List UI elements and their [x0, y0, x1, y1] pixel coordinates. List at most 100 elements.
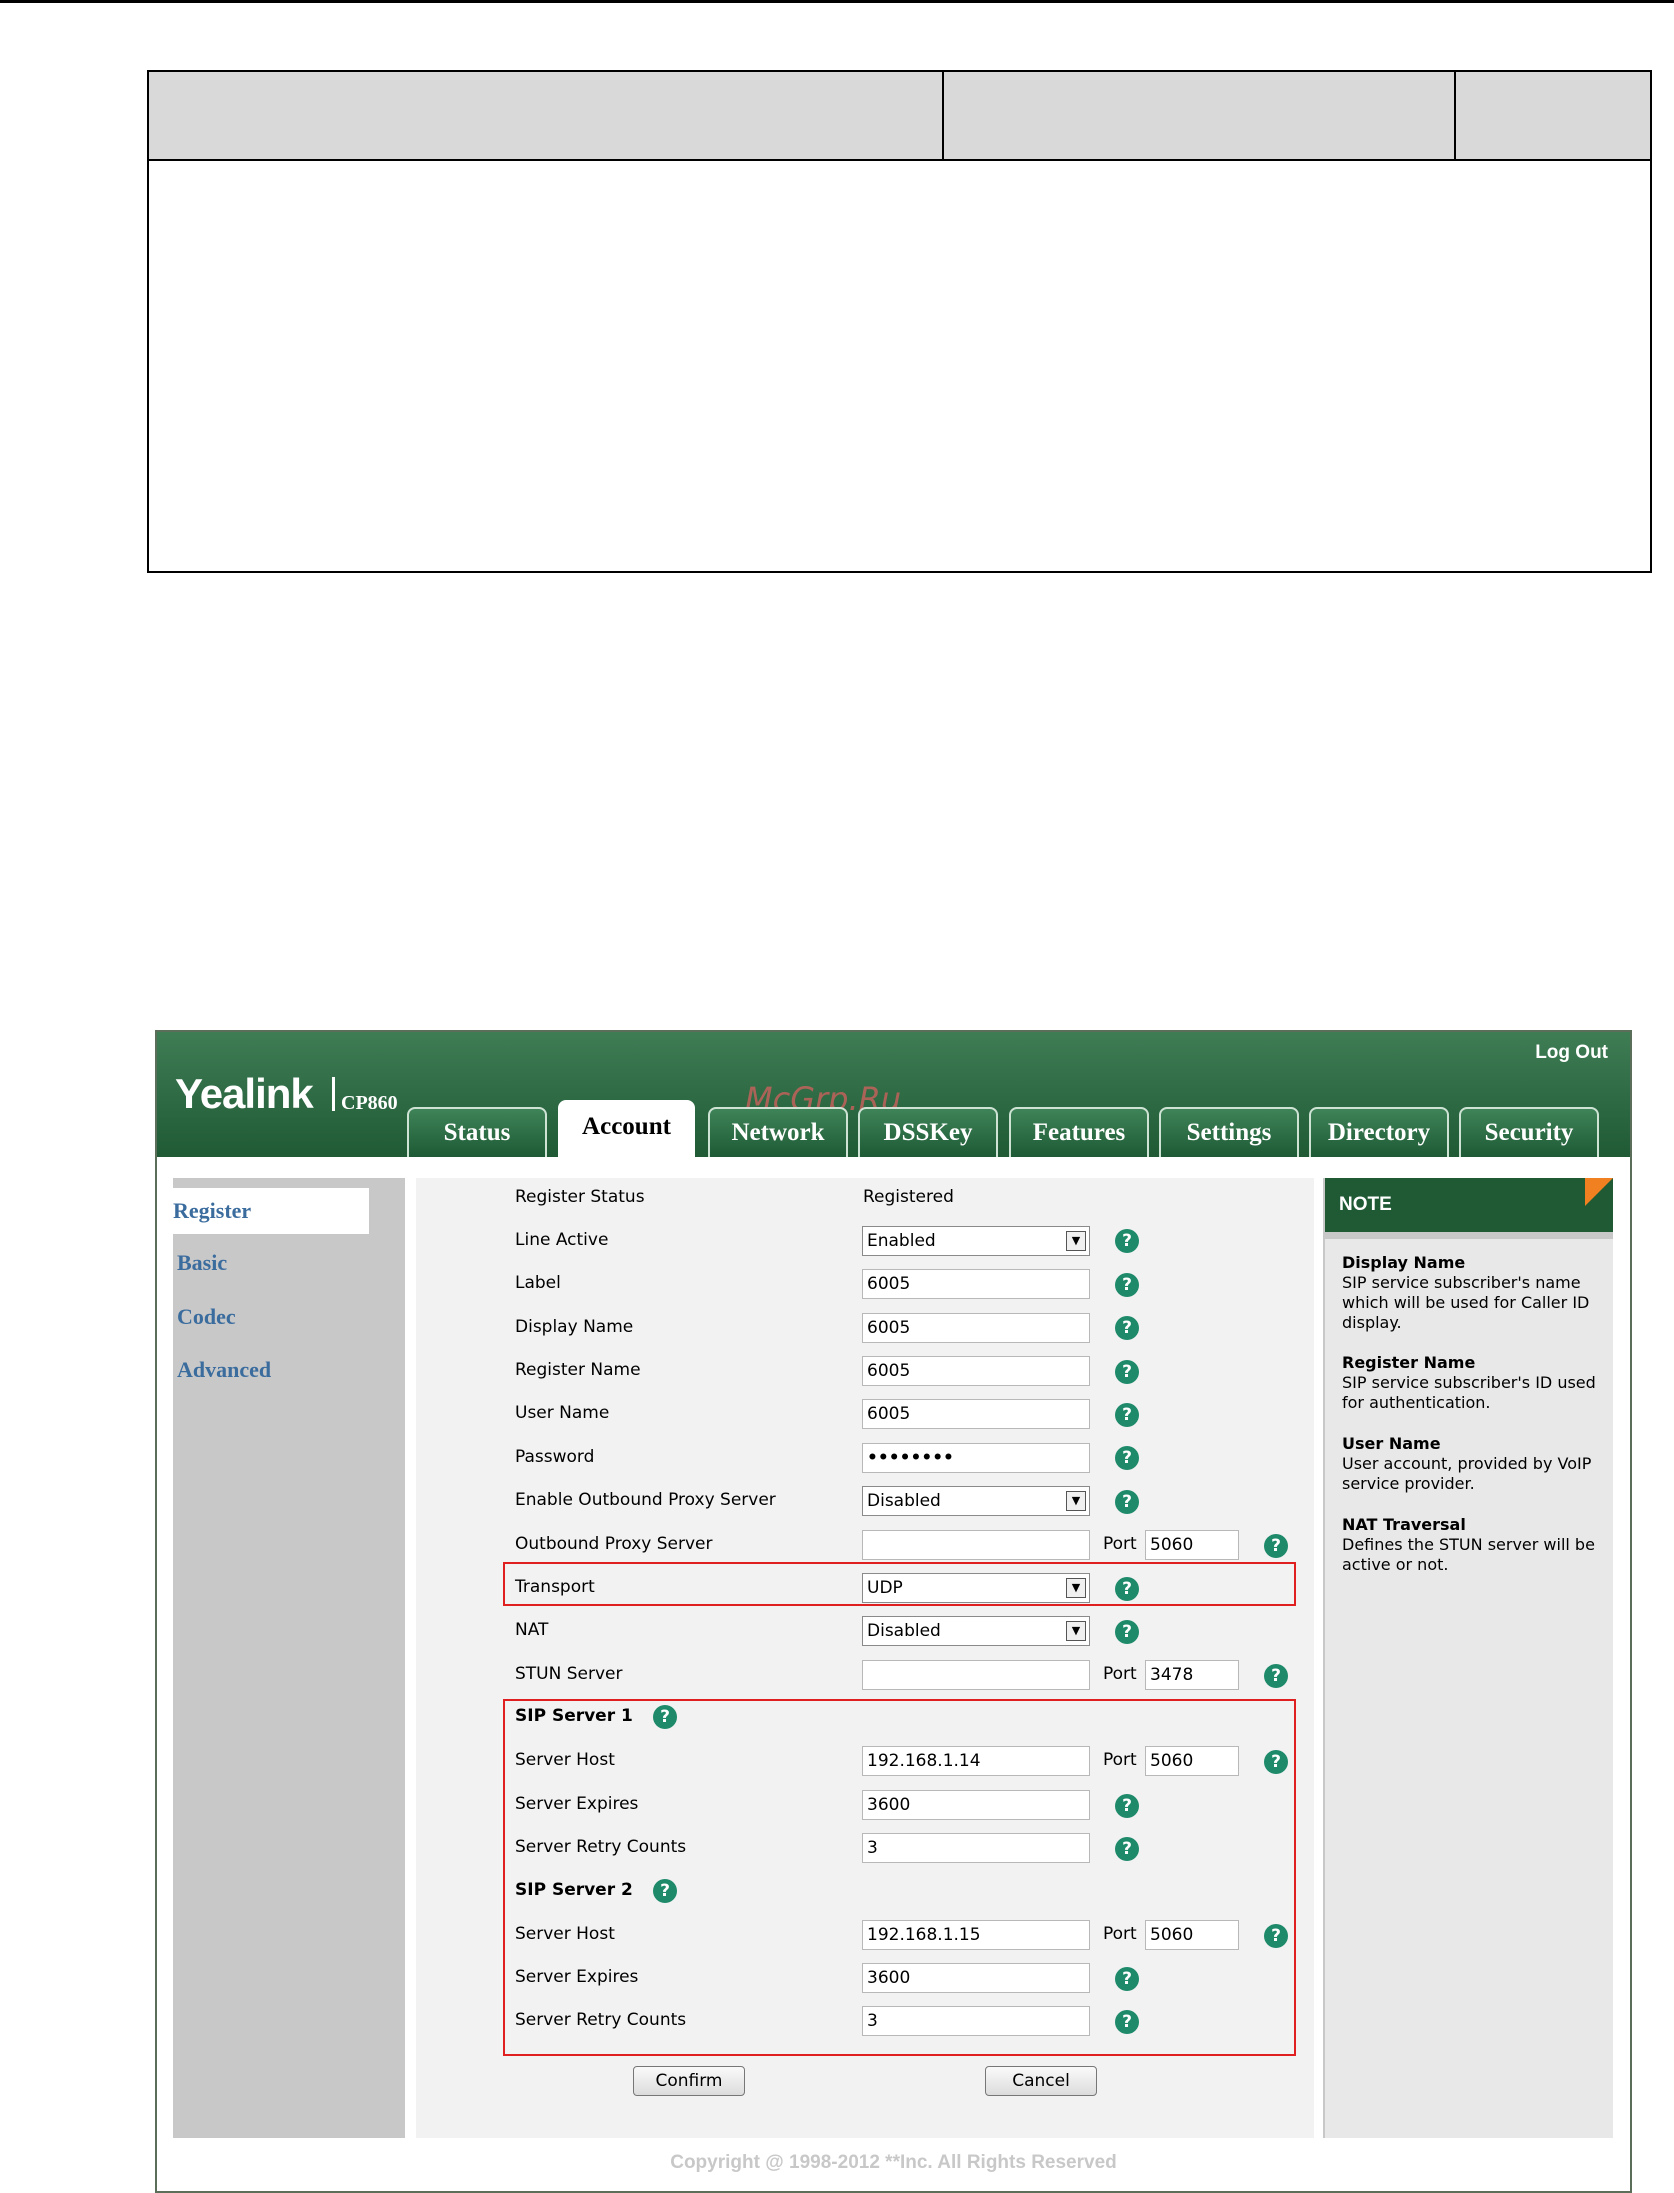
sip2-server-host-label: Server Host: [515, 1924, 615, 1944]
line-active-label: Line Active: [515, 1230, 609, 1250]
note-title-nat-traversal: NAT Traversal: [1342, 1515, 1466, 1534]
sidebar-item-advanced[interactable]: Advanced: [177, 1357, 271, 1383]
select-value: Disabled: [867, 1491, 941, 1511]
note-title-register-name: Register Name: [1342, 1353, 1476, 1372]
port-label: Port: [1103, 1664, 1137, 1684]
help-icon[interactable]: ?: [1115, 1794, 1139, 1818]
register-status-value: Registered: [863, 1187, 954, 1207]
note-title-display-name: Display Name: [1342, 1253, 1466, 1272]
outbound-proxy-server-input[interactable]: [862, 1530, 1090, 1560]
sidebar-item-codec[interactable]: Codec: [177, 1304, 236, 1330]
tab-settings[interactable]: Settings: [1159, 1107, 1299, 1157]
document-table: [147, 70, 1652, 573]
confirm-button[interactable]: Confirm: [633, 2066, 745, 2096]
chevron-down-icon: ▼: [1066, 1578, 1086, 1598]
web-ui-screenshot: Yealink CP860 McGrp.Ru Log Out Status Ac…: [155, 1030, 1632, 2193]
sip2-server-expires-input[interactable]: 3600: [862, 1963, 1090, 1993]
stun-server-input[interactable]: [862, 1660, 1090, 1690]
tab-security[interactable]: Security: [1459, 1107, 1599, 1157]
help-icon[interactable]: ?: [1115, 1403, 1139, 1427]
sidebar-item-basic[interactable]: Basic: [177, 1250, 227, 1276]
help-icon[interactable]: ?: [653, 1879, 677, 1903]
nat-label: NAT: [515, 1620, 549, 1640]
help-icon[interactable]: ?: [1115, 1229, 1139, 1253]
user-name-input[interactable]: 6005: [862, 1399, 1090, 1429]
page-top-rule: [0, 0, 1674, 3]
sip2-port-input[interactable]: 5060: [1145, 1920, 1239, 1950]
register-name-label: Register Name: [515, 1360, 641, 1380]
sip1-port-input[interactable]: 5060: [1145, 1746, 1239, 1776]
select-value: Disabled: [867, 1621, 941, 1641]
logout-link[interactable]: Log Out: [1535, 1042, 1608, 1064]
help-icon[interactable]: ?: [1264, 1750, 1288, 1774]
register-name-input[interactable]: 6005: [862, 1356, 1090, 1386]
top-header: Yealink CP860 McGrp.Ru Log Out Status Ac…: [157, 1032, 1630, 1157]
cancel-button[interactable]: Cancel: [985, 2066, 1097, 2096]
select-value: UDP: [867, 1578, 903, 1598]
note-header: NOTE: [1325, 1178, 1613, 1232]
outbound-proxy-enable-select[interactable]: Disabled ▼: [862, 1486, 1090, 1516]
outbound-proxy-enable-label: Enable Outbound Proxy Server: [515, 1490, 776, 1510]
tab-dsskey[interactable]: DSSKey: [858, 1107, 998, 1157]
password-input[interactable]: ••••••••: [862, 1443, 1090, 1473]
tab-status[interactable]: Status: [407, 1107, 547, 1157]
document-table-header: [149, 72, 1650, 161]
sip2-retry-counts-label: Server Retry Counts: [515, 2010, 687, 2030]
chevron-down-icon: ▼: [1066, 1491, 1086, 1511]
yealink-logo: Yealink: [175, 1070, 314, 1117]
help-icon[interactable]: ?: [1264, 1534, 1288, 1558]
label-label: Label: [515, 1273, 561, 1293]
logo-divider: [332, 1077, 335, 1111]
port-label: Port: [1103, 1534, 1137, 1554]
table-header-cell: [1454, 72, 1652, 159]
note-text-nat-traversal: Defines the STUN server will be active o…: [1342, 1535, 1595, 1574]
help-icon[interactable]: ?: [1115, 1620, 1139, 1644]
model-name: CP860: [341, 1092, 398, 1114]
note-corner-fold: [1585, 1178, 1613, 1206]
chevron-down-icon: ▼: [1066, 1621, 1086, 1641]
label-input[interactable]: 6005: [862, 1269, 1090, 1299]
sip1-server-expires-input[interactable]: 3600: [862, 1790, 1090, 1820]
port-label: Port: [1103, 1750, 1137, 1770]
table-header-cell: [942, 72, 1454, 159]
user-name-label: User Name: [515, 1403, 610, 1423]
sip2-retry-counts-input[interactable]: 3: [862, 2006, 1090, 2036]
copyright-footer: Copyright @ 1998-2012 **Inc. All Rights …: [670, 2152, 1117, 2173]
register-status-label: Register Status: [515, 1187, 645, 1207]
sip1-server-host-input[interactable]: 192.168.1.14: [862, 1746, 1090, 1776]
note-text-display-name: SIP service subscriber's name which will…: [1342, 1273, 1590, 1332]
sip1-server-expires-label: Server Expires: [515, 1794, 639, 1814]
note-title-user-name: User Name: [1342, 1434, 1441, 1453]
help-icon[interactable]: ?: [1115, 2010, 1139, 2034]
line-active-select[interactable]: Enabled ▼: [862, 1226, 1090, 1256]
tab-account[interactable]: Account: [558, 1100, 695, 1157]
help-icon[interactable]: ?: [1264, 1664, 1288, 1688]
help-icon[interactable]: ?: [1115, 1316, 1139, 1340]
sip2-server-host-input[interactable]: 192.168.1.15: [862, 1920, 1090, 1950]
sidebar-item-register[interactable]: Register: [157, 1188, 369, 1234]
outbound-proxy-server-label: Outbound Proxy Server: [515, 1534, 713, 1554]
help-icon[interactable]: ?: [1115, 1360, 1139, 1384]
sip1-retry-counts-label: Server Retry Counts: [515, 1837, 687, 1857]
help-icon[interactable]: ?: [1264, 1924, 1288, 1948]
tab-directory[interactable]: Directory: [1309, 1107, 1449, 1157]
password-label: Password: [515, 1447, 595, 1467]
help-icon[interactable]: ?: [1115, 1273, 1139, 1297]
help-icon[interactable]: ?: [1115, 1967, 1139, 1991]
note-text-register-name: SIP service subscriber's ID used for aut…: [1342, 1373, 1596, 1412]
help-icon[interactable]: ?: [1115, 1577, 1139, 1601]
tab-features[interactable]: Features: [1009, 1107, 1149, 1157]
nat-select[interactable]: Disabled ▼: [862, 1616, 1090, 1646]
transport-select[interactable]: UDP ▼: [862, 1573, 1090, 1603]
stun-server-label: STUN Server: [515, 1664, 623, 1684]
help-icon[interactable]: ?: [1115, 1837, 1139, 1861]
help-icon[interactable]: ?: [1115, 1446, 1139, 1470]
sip1-retry-counts-input[interactable]: 3: [862, 1833, 1090, 1863]
stun-port-input[interactable]: 3478: [1145, 1660, 1239, 1690]
display-name-input[interactable]: 6005: [862, 1313, 1090, 1343]
tab-network[interactable]: Network: [708, 1107, 848, 1157]
help-icon[interactable]: ?: [653, 1705, 677, 1729]
note-text-user-name: User account, provided by VoIP service p…: [1342, 1454, 1592, 1493]
help-icon[interactable]: ?: [1115, 1490, 1139, 1514]
outbound-proxy-port-input[interactable]: 5060: [1145, 1530, 1239, 1560]
